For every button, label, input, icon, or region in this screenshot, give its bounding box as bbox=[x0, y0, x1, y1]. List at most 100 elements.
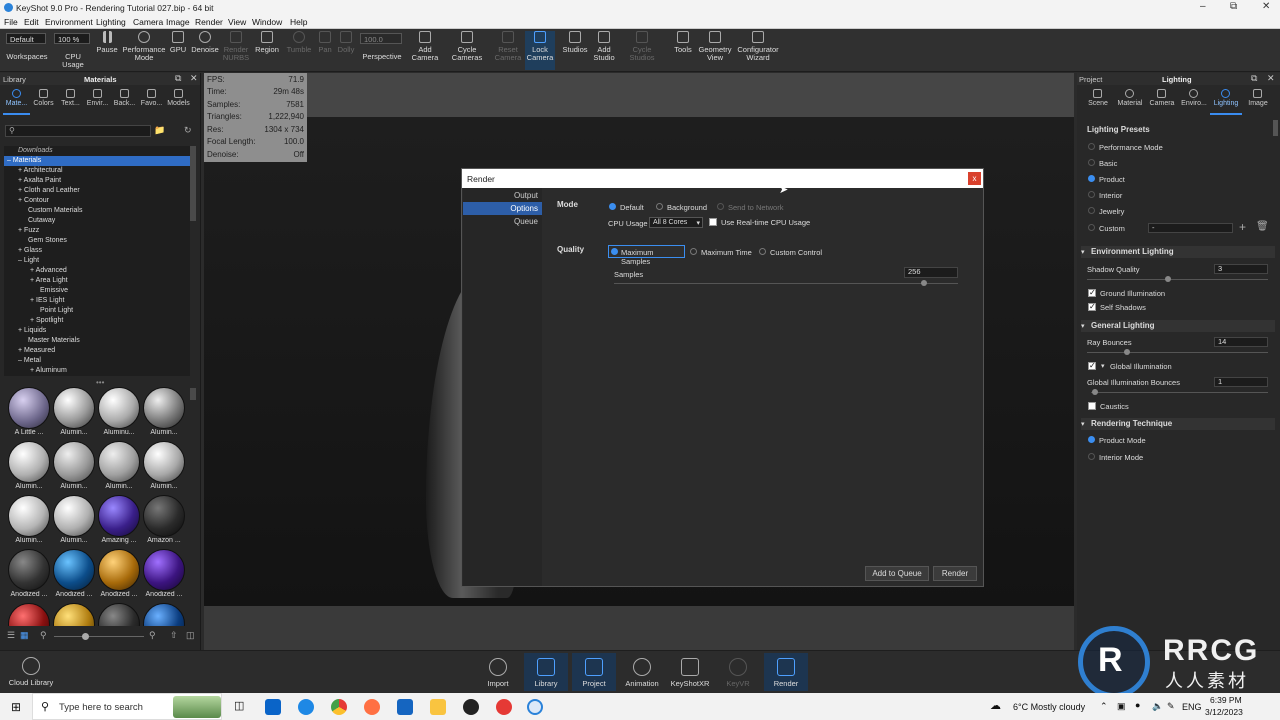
tab-material[interactable]: Material bbox=[1114, 87, 1146, 115]
app-icon[interactable] bbox=[463, 699, 479, 715]
ray-bounces-input[interactable]: 14 bbox=[1214, 337, 1268, 347]
workspace-select[interactable]: Default bbox=[6, 33, 46, 44]
project-scrollbar[interactable] bbox=[1273, 120, 1278, 136]
tree-item[interactable]: + Fuzz bbox=[4, 226, 190, 236]
menu-camera[interactable]: Camera bbox=[133, 17, 163, 27]
thumb-item[interactable]: Alumin... bbox=[97, 440, 141, 492]
mail-icon[interactable] bbox=[397, 699, 413, 715]
gpu-button[interactable]: GPU bbox=[168, 31, 188, 54]
tab-materials[interactable]: Mate... bbox=[3, 87, 30, 115]
tray-chevron-icon[interactable]: ⌃ bbox=[1100, 701, 1108, 712]
preset-product-radio[interactable] bbox=[1088, 175, 1095, 182]
add-camera-button[interactable]: Add Camera bbox=[410, 31, 440, 62]
add-to-queue-button[interactable]: Add to Queue bbox=[865, 566, 929, 581]
zoom-select[interactable]: 100 % bbox=[54, 33, 90, 44]
animation-button[interactable]: Animation bbox=[620, 653, 664, 691]
close-panel-icon[interactable]: ✕ bbox=[1267, 73, 1275, 84]
thumb-item[interactable]: Aluminu... bbox=[97, 386, 141, 438]
ray-bounces-slider[interactable] bbox=[1087, 352, 1268, 353]
samples-input[interactable]: 256 bbox=[904, 267, 958, 278]
pen-icon[interactable]: ✎ bbox=[1167, 701, 1175, 712]
taskbar-search-box[interactable]: ⚲ Type here to search bbox=[32, 693, 222, 720]
thumb-item[interactable]: Amazon ... bbox=[142, 494, 186, 546]
tree-item[interactable]: + Measured bbox=[4, 346, 190, 356]
preset-interior-radio[interactable] bbox=[1088, 191, 1095, 198]
tree-item[interactable]: Custom Materials bbox=[4, 206, 190, 216]
tree-item[interactable]: – Metal bbox=[4, 356, 190, 366]
windows-start-icon[interactable]: ⊞ bbox=[11, 700, 21, 714]
thumb-item[interactable]: Anodized ... bbox=[97, 548, 141, 600]
tree-item[interactable]: + Architectural bbox=[4, 166, 190, 176]
mode-default-radio[interactable] bbox=[609, 203, 616, 210]
tree-item-materials[interactable]: – Materials bbox=[4, 156, 190, 166]
tree-item[interactable]: – Light bbox=[4, 256, 190, 266]
dolly-button[interactable]: Dolly bbox=[336, 31, 356, 54]
lock-camera-button[interactable]: Lock Camera bbox=[525, 31, 555, 70]
gi-bounces-knob[interactable] bbox=[1091, 389, 1098, 395]
tree-item[interactable]: + Cloth and Leather bbox=[4, 186, 190, 196]
import-button[interactable]: Import bbox=[476, 653, 520, 691]
folder-icon[interactable]: ◫ bbox=[186, 630, 195, 641]
clock-date[interactable]: 3/12/2023 bbox=[1205, 707, 1243, 717]
thumb-item[interactable]: Anodized ... bbox=[142, 548, 186, 600]
shadow-quality-input[interactable]: 3 bbox=[1214, 264, 1268, 274]
microphone-icon[interactable]: ● bbox=[1135, 700, 1140, 710]
shadow-quality-slider[interactable] bbox=[1087, 279, 1268, 280]
keyshot-taskbar-icon[interactable] bbox=[527, 699, 543, 715]
tab-environments[interactable]: Envir... bbox=[84, 87, 111, 115]
language-indicator[interactable]: ENG bbox=[1182, 702, 1202, 712]
menu-lighting[interactable]: Lighting bbox=[96, 17, 126, 27]
tree-item[interactable]: + Liquids bbox=[4, 326, 190, 336]
zoom-out-icon[interactable]: ⚲ bbox=[40, 630, 47, 641]
tree-item[interactable]: + Advanced bbox=[4, 266, 190, 276]
thumb-item[interactable]: Anodized ... bbox=[7, 548, 51, 600]
preset-basic-radio[interactable] bbox=[1088, 159, 1095, 166]
preset-jewelry-radio[interactable] bbox=[1088, 207, 1095, 214]
firefox-icon[interactable] bbox=[364, 699, 380, 715]
general-lighting-section[interactable]: General Lighting bbox=[1081, 320, 1275, 332]
keyshotxr-button[interactable]: KeyShotXR bbox=[668, 653, 712, 691]
tree-item[interactable]: Emissive bbox=[4, 286, 190, 296]
project-button[interactable]: Project bbox=[572, 653, 616, 691]
thumb-item[interactable]: Alumin... bbox=[7, 440, 51, 492]
rendering-technique-section[interactable]: Rendering Technique bbox=[1081, 418, 1275, 430]
tree-item[interactable]: + IES Light bbox=[4, 296, 190, 306]
tree-item[interactable]: Master Materials bbox=[4, 336, 190, 346]
menu-view[interactable]: View bbox=[228, 17, 246, 27]
library-search-input[interactable]: ⚲ bbox=[5, 125, 151, 137]
workspaces-button[interactable]: Workspaces bbox=[6, 53, 48, 61]
network-icon[interactable]: ▣ bbox=[1117, 701, 1126, 712]
render-button[interactable]: Render bbox=[933, 566, 977, 581]
tab-image[interactable]: Image bbox=[1242, 87, 1274, 115]
tools-button[interactable]: Tools bbox=[670, 31, 696, 54]
shadow-quality-knob[interactable] bbox=[1165, 276, 1172, 282]
menu-render[interactable]: Render bbox=[195, 17, 223, 27]
thumb-item[interactable]: Alumin... bbox=[52, 386, 96, 438]
environment-lighting-section[interactable]: Environment Lighting bbox=[1081, 246, 1275, 258]
nav-queue[interactable]: Queue bbox=[463, 215, 542, 228]
file-explorer-icon[interactable] bbox=[430, 699, 446, 715]
quality-max-samples-option[interactable]: Maximum Samples bbox=[608, 245, 685, 266]
custom-control-radio[interactable] bbox=[759, 248, 766, 255]
pause-button[interactable]: Pause bbox=[94, 31, 120, 54]
task-view-icon[interactable]: ◫ bbox=[234, 699, 244, 712]
thumb-item[interactable]: Alumin... bbox=[142, 440, 186, 492]
tree-item[interactable]: + Aluminum bbox=[4, 366, 190, 376]
tree-item[interactable]: Cutaway bbox=[4, 216, 190, 226]
thumb-item[interactable]: Alumin... bbox=[142, 386, 186, 438]
interior-mode-radio[interactable] bbox=[1088, 453, 1095, 460]
thumb-item[interactable] bbox=[52, 602, 96, 626]
max-samples-radio[interactable] bbox=[611, 248, 618, 255]
ground-illumination-checkbox[interactable]: ✓ bbox=[1088, 288, 1096, 297]
tab-lighting[interactable]: Lighting bbox=[1210, 87, 1242, 115]
perspective-button[interactable]: Perspective bbox=[360, 53, 404, 61]
thumb-size-knob[interactable] bbox=[82, 633, 89, 640]
menu-help[interactable]: Help bbox=[290, 17, 307, 27]
custom-preset-select[interactable]: - bbox=[1148, 223, 1233, 233]
nav-output[interactable]: Output bbox=[463, 189, 542, 202]
region-button[interactable]: Region bbox=[252, 31, 282, 54]
record-app-icon[interactable] bbox=[496, 699, 512, 715]
thumb-item[interactable]: Alumin... bbox=[7, 494, 51, 546]
render-bottom-button[interactable]: Render bbox=[764, 653, 808, 691]
thumb-item[interactable]: Anodized ... bbox=[52, 548, 96, 600]
